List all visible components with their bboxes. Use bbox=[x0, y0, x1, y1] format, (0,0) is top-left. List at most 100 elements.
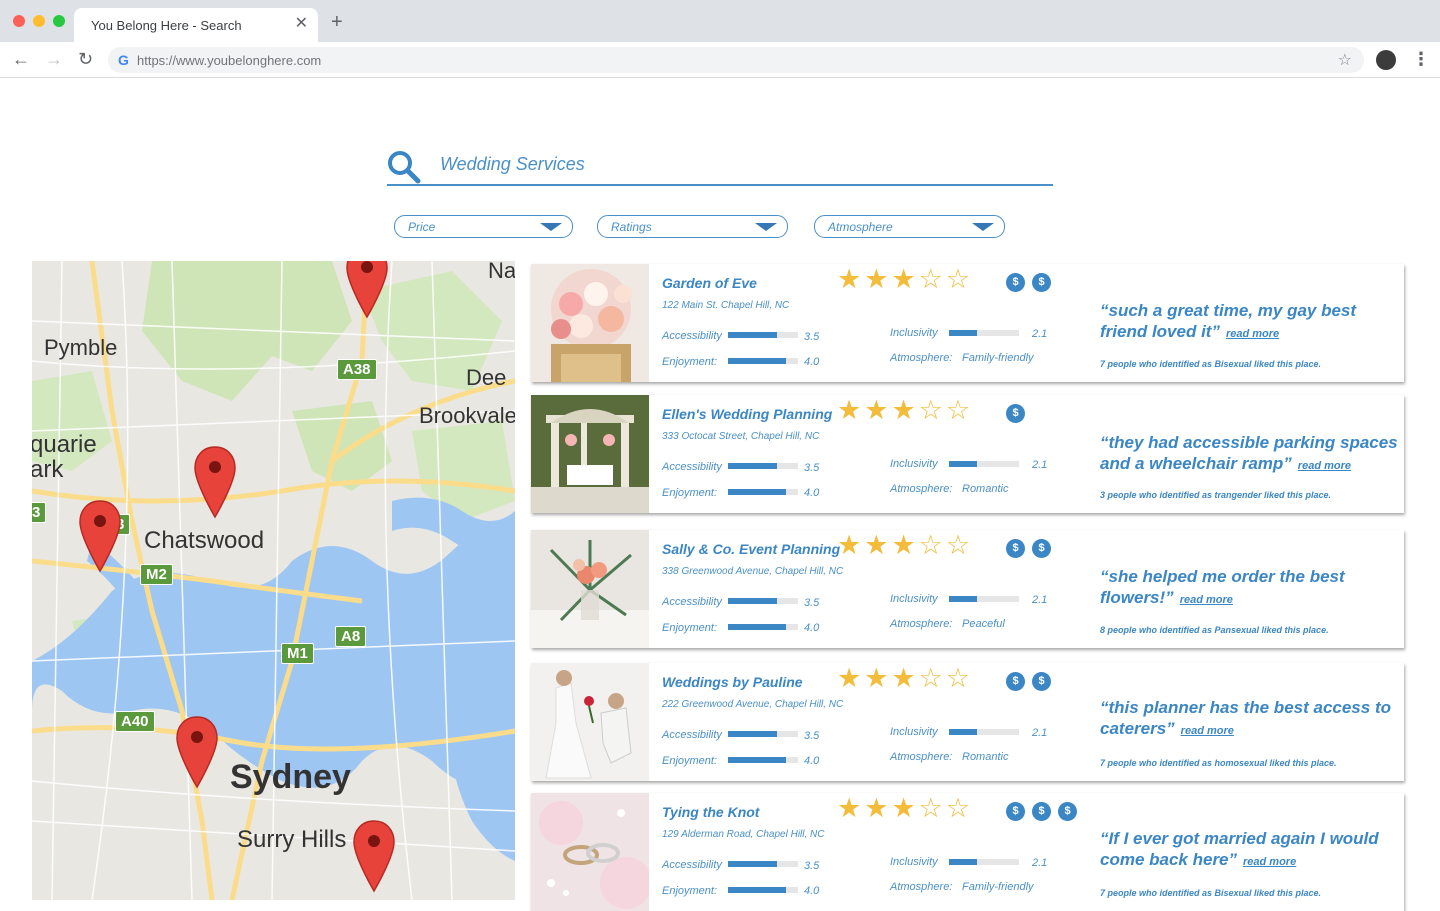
result-card[interactable]: Sally & Co. Event Planning 338 Greenwood… bbox=[531, 530, 1404, 648]
read-more-link[interactable]: read more bbox=[1226, 328, 1279, 340]
road-badge-a40: A40 bbox=[115, 711, 155, 732]
inclusivity-label: Inclusivity bbox=[890, 726, 938, 738]
result-name[interactable]: Sally & Co. Event Planning bbox=[662, 541, 840, 557]
accessibility-bar bbox=[728, 731, 798, 737]
accessibility-label: Accessibility bbox=[662, 596, 722, 608]
review-quote-text: “this planner has the best access to cat… bbox=[1100, 698, 1391, 738]
search-icon[interactable] bbox=[387, 150, 421, 184]
map-label-ark: ark bbox=[32, 456, 64, 483]
atmosphere-value: Romantic bbox=[962, 751, 1009, 763]
accessibility-value: 3.5 bbox=[804, 860, 820, 872]
google-icon: G bbox=[118, 52, 129, 68]
result-photo[interactable] bbox=[531, 264, 649, 382]
close-icon[interactable]: ✕ bbox=[295, 16, 308, 32]
minimize-window-button[interactable] bbox=[33, 15, 45, 27]
community-likes-text: 7 people who identified as Bisexual like… bbox=[1100, 359, 1322, 369]
result-name[interactable]: Weddings by Pauline bbox=[662, 674, 803, 690]
price-level: $ $ bbox=[1006, 671, 1058, 691]
read-more-link[interactable]: read more bbox=[1180, 594, 1233, 606]
chevron-down-icon bbox=[540, 223, 562, 231]
accessibility-bar bbox=[728, 861, 798, 867]
review-quote-text: “If I ever got married again I would com… bbox=[1100, 829, 1379, 869]
result-address: 222 Greenwood Avenue, Chapel Hill, NC bbox=[662, 699, 844, 710]
search-bar bbox=[387, 148, 1053, 186]
address-bar[interactable]: G https://www.youbelonghere.com ☆ bbox=[108, 47, 1364, 73]
enjoyment-bar bbox=[728, 887, 798, 893]
result-name[interactable]: Ellen's Wedding Planning bbox=[662, 406, 832, 422]
search-input[interactable] bbox=[440, 154, 1020, 175]
map-pin-icon[interactable] bbox=[193, 445, 237, 519]
community-likes-text: 7 people who identified as homosexual li… bbox=[1100, 758, 1337, 768]
star-filled-icon: ★ bbox=[891, 395, 919, 425]
back-arrow-icon[interactable]: ← bbox=[12, 48, 30, 70]
close-window-button[interactable] bbox=[13, 15, 25, 27]
star-rating: ★★★☆☆ bbox=[837, 793, 973, 824]
enjoyment-value: 4.0 bbox=[804, 622, 820, 634]
atmosphere-filter-dropdown[interactable]: Atmosphere bbox=[814, 215, 1005, 238]
price-coin-icon: $ bbox=[1006, 404, 1025, 423]
star-filled-icon: ★ bbox=[891, 663, 919, 693]
atmosphere-filter-label: Atmosphere bbox=[828, 220, 893, 234]
star-filled-icon: ★ bbox=[837, 395, 865, 425]
bookmark-star-icon[interactable]: ☆ bbox=[1338, 50, 1352, 70]
map-label-dee: Dee bbox=[466, 365, 507, 390]
result-card[interactable]: Garden of Eve 122 Main St. Chapel Hill, … bbox=[531, 264, 1404, 382]
map-pin-icon[interactable] bbox=[352, 819, 396, 893]
reload-icon[interactable]: ↻ bbox=[78, 48, 93, 70]
inclusivity-bar bbox=[949, 330, 1019, 336]
result-photo[interactable] bbox=[531, 793, 649, 911]
accessibility-value: 3.5 bbox=[804, 597, 820, 609]
map-pin-icon[interactable] bbox=[175, 715, 219, 789]
star-filled-icon: ★ bbox=[864, 264, 892, 294]
atmosphere-value: Family-friendly bbox=[962, 881, 1034, 893]
price-filter-label: Price bbox=[408, 220, 436, 234]
new-tab-plus-icon[interactable]: + bbox=[331, 12, 343, 32]
price-level: $ $ bbox=[1006, 538, 1058, 558]
map-label-chatswood: Chatswood bbox=[144, 527, 265, 554]
price-coin-icon: $ bbox=[1032, 539, 1051, 558]
star-filled-icon: ★ bbox=[837, 264, 865, 294]
price-coin-icon: $ bbox=[1006, 802, 1025, 821]
tab-title: You Belong Here - Search bbox=[91, 18, 242, 33]
inclusivity-bar bbox=[949, 461, 1019, 467]
read-more-link[interactable]: read more bbox=[1243, 856, 1296, 868]
accessibility-value: 3.5 bbox=[804, 462, 820, 474]
atmosphere-value: Family-friendly bbox=[962, 352, 1034, 364]
enjoyment-value: 4.0 bbox=[804, 885, 820, 897]
result-card[interactable]: Tying the Knot 129 Alderman Road, Chapel… bbox=[531, 793, 1404, 911]
chevron-down-icon bbox=[755, 223, 777, 231]
result-name[interactable]: Tying the Knot bbox=[662, 804, 759, 820]
profile-avatar[interactable] bbox=[1376, 50, 1396, 70]
accessibility-bar bbox=[728, 332, 798, 338]
inclusivity-label: Inclusivity bbox=[890, 593, 938, 605]
enjoyment-label: Enjoyment: bbox=[662, 356, 718, 368]
star-filled-icon: ★ bbox=[864, 395, 892, 425]
ratings-filter-dropdown[interactable]: Ratings bbox=[597, 215, 788, 238]
read-more-link[interactable]: read more bbox=[1298, 460, 1351, 472]
maximize-window-button[interactable] bbox=[53, 15, 65, 27]
result-name[interactable]: Garden of Eve bbox=[662, 275, 757, 291]
star-rating: ★★★☆☆ bbox=[837, 530, 973, 561]
read-more-link[interactable]: read more bbox=[1181, 725, 1234, 737]
map-pin-icon[interactable] bbox=[78, 499, 122, 573]
result-card[interactable]: Weddings by Pauline 222 Greenwood Avenue… bbox=[531, 663, 1404, 781]
star-empty-icon: ☆ bbox=[945, 793, 974, 823]
road-badge-m2: M2 bbox=[140, 564, 173, 585]
map[interactable]: Pymble Chatswood Sydney Surry Hills Broo… bbox=[32, 261, 515, 900]
result-photo[interactable] bbox=[531, 395, 649, 513]
star-rating: ★★★☆☆ bbox=[837, 264, 973, 295]
price-filter-dropdown[interactable]: Price bbox=[394, 215, 573, 238]
atmosphere-label: Atmosphere: bbox=[890, 881, 953, 893]
enjoyment-label: Enjoyment: bbox=[662, 622, 718, 634]
forward-arrow-icon[interactable]: → bbox=[45, 48, 63, 70]
result-photo[interactable] bbox=[531, 663, 649, 781]
browser-tab[interactable]: You Belong Here - Search ✕ bbox=[74, 8, 318, 42]
result-card[interactable]: Ellen's Wedding Planning 333 Octocat Str… bbox=[531, 395, 1404, 513]
map-pin-icon[interactable] bbox=[345, 261, 389, 319]
star-rating: ★★★☆☆ bbox=[837, 395, 973, 426]
menu-kebab-icon[interactable]: ⋮ bbox=[1412, 48, 1430, 70]
result-photo[interactable] bbox=[531, 530, 649, 648]
review-quote-text: “they had accessible parking spaces and … bbox=[1100, 433, 1398, 473]
price-coin-icon: $ bbox=[1058, 802, 1077, 821]
price-coin-icon: $ bbox=[1006, 273, 1025, 292]
